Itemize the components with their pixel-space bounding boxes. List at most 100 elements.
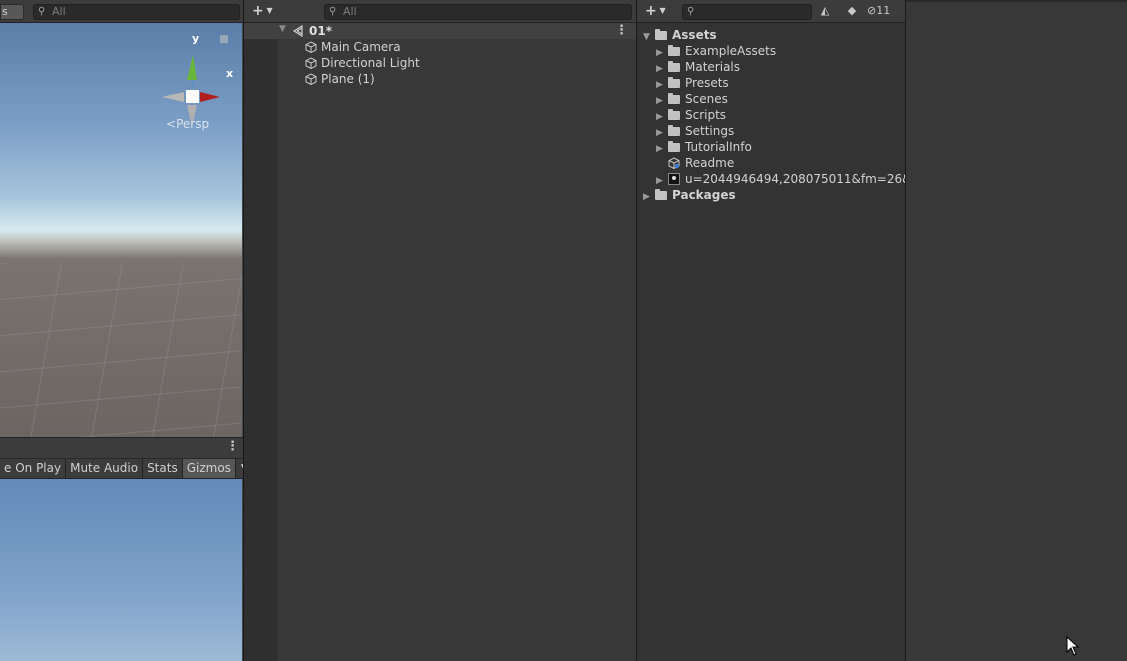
tree-item-label: Assets [672, 28, 717, 42]
tree-item-readme[interactable]: Readme [668, 155, 734, 171]
folder-icon [668, 77, 680, 88]
tree-item-image-asset[interactable]: ▶ u=2044946494,208075011&fm=26&g [656, 171, 919, 187]
search-by-label-icon[interactable]: ◆ [842, 4, 862, 19]
scene-collapse-arrow-icon[interactable]: ▼ [279, 24, 286, 34]
folder-icon [668, 109, 680, 120]
search-icon: ⚲ [329, 6, 337, 17]
projection-toggle[interactable]: <Persp [166, 117, 209, 131]
ground-grid [0, 263, 242, 437]
expand-arrow-icon[interactable]: ▶ [656, 141, 668, 157]
tree-item-label: Presets [685, 76, 729, 90]
folder-icon [668, 125, 680, 136]
scene-search-input[interactable]: ⚲ All [33, 4, 240, 20]
game-toolbar: e On Play Mute Audio Stats Gizmos ▼ [0, 458, 248, 479]
hierarchy-search-placeholder: All [343, 5, 357, 18]
expand-arrow-icon[interactable]: ▼ [643, 29, 655, 45]
tree-item-label: Scenes [685, 92, 728, 106]
gameobject-cube-icon [305, 73, 317, 85]
gameobject-cube-icon [305, 41, 317, 53]
mute-audio-button[interactable]: Mute Audio [66, 459, 144, 478]
mouse-cursor-icon [1066, 636, 1080, 656]
scene-viewport[interactable]: y x <Persp [0, 23, 242, 437]
tree-item-tutorialinfo[interactable]: ▶ TutorialInfo [656, 139, 752, 155]
gizmo-y-axis[interactable] [187, 55, 197, 80]
add-dropdown-arrow-icon: ▼ [263, 6, 273, 15]
folder-icon [655, 189, 667, 200]
scene-search-placeholder: All [52, 5, 66, 18]
gizmo-y-label: y [192, 32, 200, 45]
hierarchy-item-main-camera[interactable]: Main Camera [305, 39, 401, 55]
hidden-packages-toggle[interactable]: ⊘11 [867, 4, 903, 19]
hierarchy-item-label: Directional Light [321, 56, 420, 70]
tree-item-label: Packages [672, 188, 736, 202]
project-search-input[interactable]: ⚲ [682, 4, 812, 20]
hierarchy-panel: + ▼ ⚲ All ▼ 01* ⋮ Main Camera Directiona… [243, 0, 636, 661]
scene-menu-icon[interactable]: ⋮ [615, 23, 628, 38]
folder-icon [668, 93, 680, 104]
project-panel: + ▼ ⚲ ◭ ◆ ⊘11 ▼ Assets ▶ ExampleAssets ▶ Ma… [636, 0, 919, 661]
draw-mode-dropdown[interactable]: s [0, 4, 24, 20]
gizmo-center-cube[interactable] [186, 90, 199, 103]
scene-panel: s ⚲ All y x <Persp ⋮ e On Play Mute Audi… [0, 0, 248, 661]
search-icon: ⚲ [687, 6, 695, 17]
hierarchy-item-label: Main Camera [321, 40, 401, 54]
hierarchy-item-directional-light[interactable]: Directional Light [305, 55, 420, 71]
expand-arrow-icon[interactable]: ▶ [643, 189, 655, 205]
hierarchy-tree: ▼ 01* ⋮ Main Camera Directional Light Pl… [244, 23, 636, 661]
orientation-gizmo-icon[interactable] [160, 35, 240, 125]
stats-button[interactable]: Stats [143, 459, 183, 478]
add-dropdown-arrow-icon: ▼ [656, 6, 666, 15]
maximize-on-play-button[interactable]: e On Play [0, 459, 67, 478]
hidden-packages-count: 11 [876, 4, 891, 17]
tree-item-presets[interactable]: ▶ Presets [656, 75, 729, 91]
game-viewport[interactable] [0, 479, 242, 661]
game-tab-header: ⋮ [0, 437, 243, 458]
folder-open-icon [655, 29, 667, 40]
gizmo-x-label: x [226, 67, 234, 80]
tree-item-materials[interactable]: ▶ Materials [656, 59, 740, 75]
tree-item-exampleassets[interactable]: ▶ ExampleAssets [656, 43, 776, 59]
hierarchy-toolbar: + ▼ ⚲ All [244, 0, 636, 23]
folder-icon [668, 141, 680, 152]
gizmo-z-axis [191, 79, 194, 87]
projection-label: Persp [176, 117, 210, 131]
texture-thumbnail-icon [668, 173, 680, 185]
persp-icon: < [166, 117, 177, 131]
game-menu-icon[interactable]: ⋮ [226, 439, 239, 454]
readme-asset-icon [668, 157, 680, 169]
project-toolbar: + ▼ ⚲ ◭ ◆ ⊘11 [637, 0, 905, 23]
gizmos-button[interactable]: Gizmos [182, 459, 236, 478]
tree-item-label: ExampleAssets [685, 44, 777, 58]
gizmo-x-axis[interactable] [200, 92, 220, 102]
unity-scene-icon [292, 25, 303, 37]
tree-item-packages[interactable]: ▶ Packages [643, 187, 736, 203]
tree-item-scenes[interactable]: ▶ Scenes [656, 91, 728, 107]
hierarchy-item-label: Plane (1) [321, 72, 375, 86]
tree-item-label: u=2044946494,208075011&fm=26&g [685, 172, 920, 186]
add-plus-icon: + [252, 3, 264, 19]
hierarchy-search-input[interactable]: ⚲ All [324, 4, 632, 20]
folder-icon [668, 45, 680, 56]
search-icon: ⚲ [38, 6, 46, 17]
tree-item-settings[interactable]: ▶ Settings [656, 123, 734, 139]
eye-slash-icon: ⊘ [867, 4, 877, 17]
gizmo-neg-x-axis[interactable] [162, 92, 184, 102]
inspector-top-border [906, 0, 1127, 2]
tree-item-scripts[interactable]: ▶ Scripts [656, 107, 726, 123]
add-plus-icon: + [645, 3, 657, 19]
scene-toolbar: s ⚲ All [0, 0, 243, 23]
gameobject-cube-icon [305, 57, 317, 69]
hierarchy-add-button[interactable]: + ▼ [252, 3, 273, 19]
folder-icon [668, 61, 680, 72]
search-by-type-icon[interactable]: ◭ [815, 4, 835, 19]
tree-item-label: Materials [685, 60, 741, 74]
scene-name: 01* [309, 24, 332, 38]
tree-item-label: Scripts [685, 108, 727, 122]
project-add-button[interactable]: + ▼ [645, 3, 666, 19]
tree-item-label: TutorialInfo [685, 140, 752, 154]
tree-item-label: Settings [685, 124, 735, 138]
tree-item-assets[interactable]: ▼ Assets [643, 27, 717, 43]
scene-header-row[interactable]: ▼ 01* ⋮ [244, 23, 636, 39]
hierarchy-item-plane[interactable]: Plane (1) [305, 71, 375, 87]
tree-item-label: Readme [685, 156, 735, 170]
